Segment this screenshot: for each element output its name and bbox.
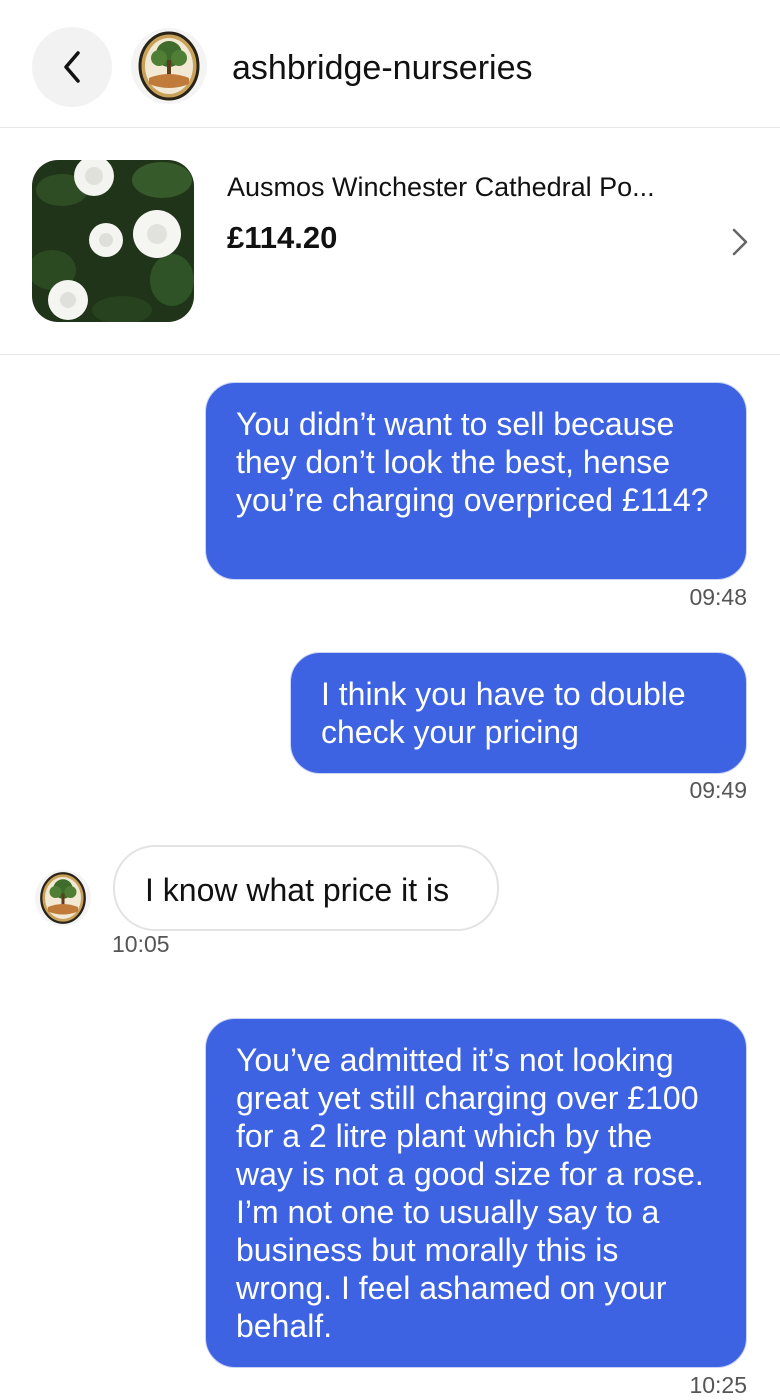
sender-avatar[interactable] — [35, 870, 91, 926]
tree-logo-icon — [138, 31, 200, 101]
chevron-right-icon[interactable] — [728, 226, 752, 258]
product-card[interactable]: Ausmos Winchester Cathedral Po... £114.2… — [0, 128, 780, 355]
back-button[interactable] — [32, 27, 112, 107]
message-timestamp: 10:25 — [689, 1372, 747, 1398]
message-timestamp: 09:49 — [689, 777, 747, 803]
message-bubble-outgoing[interactable]: You’ve admitted it’s not looking great y… — [205, 1018, 747, 1368]
product-thumbnail[interactable] — [32, 160, 194, 322]
message-bubble-outgoing[interactable]: I think you have to double check your pr… — [290, 652, 747, 774]
message-timestamp: 09:48 — [689, 584, 747, 610]
tree-logo-icon — [40, 872, 86, 924]
message-bubble-outgoing[interactable]: You didn’t want to sell because they don… — [205, 382, 747, 580]
product-title[interactable]: Ausmos Winchester Cathedral Po... — [227, 170, 655, 204]
product-price: £114.20 — [227, 220, 338, 255]
chevron-left-icon — [64, 51, 80, 83]
message-bubble-incoming[interactable]: I know what price it is — [113, 845, 499, 931]
shop-avatar[interactable] — [131, 28, 207, 104]
shop-name[interactable]: ashbridge-nurseries — [232, 46, 533, 90]
message-timestamp: 10:05 — [112, 931, 170, 957]
chat-header: ashbridge-nurseries — [0, 0, 780, 128]
white-rose-photo — [32, 160, 194, 322]
